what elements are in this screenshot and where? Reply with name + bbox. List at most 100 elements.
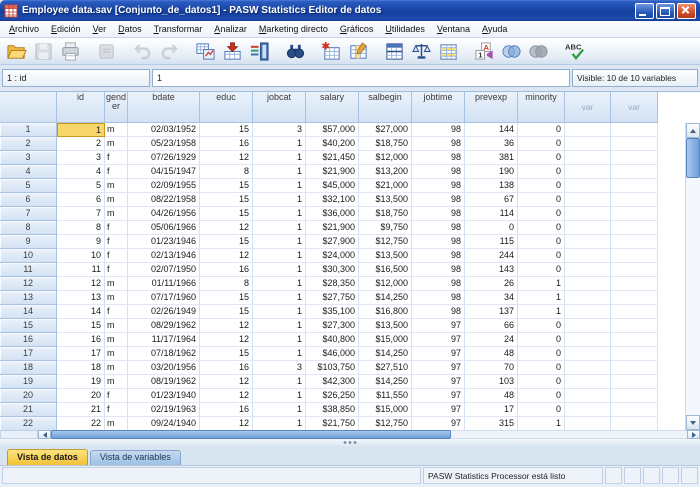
grid-cell-educ-13[interactable]: 15 xyxy=(200,291,253,305)
grid-cell-gender-6[interactable]: m xyxy=(105,193,128,207)
grid-cell-var1-12[interactable] xyxy=(565,277,611,291)
grid-cell-id-20[interactable]: 20 xyxy=(57,389,105,403)
grid-cell-jobtime-9[interactable]: 98 xyxy=(412,235,465,249)
weight-cases-icon[interactable] xyxy=(410,40,433,63)
grid-cell-id-21[interactable]: 21 xyxy=(57,403,105,417)
grid-cell-gender-21[interactable]: f xyxy=(105,403,128,417)
grid-cell-jobcat-1[interactable]: 3 xyxy=(253,123,306,137)
grid-cell-salbegin-21[interactable]: $15,000 xyxy=(359,403,412,417)
grid-cell-jobcat-5[interactable]: 1 xyxy=(253,179,306,193)
grid-cell-jobcat-10[interactable]: 1 xyxy=(253,249,306,263)
grid-cell-id-3[interactable]: 3 xyxy=(57,151,105,165)
grid-cell-bdate-14[interactable]: 02/26/1949 xyxy=(128,305,200,319)
grid-cell-jobtime-4[interactable]: 98 xyxy=(412,165,465,179)
row-header-11[interactable]: 11 xyxy=(0,263,57,277)
grid-cell-var2-3[interactable] xyxy=(611,151,658,165)
grid-cell-jobtime-21[interactable]: 97 xyxy=(412,403,465,417)
grid-cell-var1-8[interactable] xyxy=(565,221,611,235)
grid-cell-prevexp-11[interactable]: 143 xyxy=(465,263,518,277)
grid-cell-prevexp-2[interactable]: 36 xyxy=(465,137,518,151)
grid-cell-salbegin-14[interactable]: $16,800 xyxy=(359,305,412,319)
grid-cell-var2-22[interactable] xyxy=(611,417,658,430)
grid-cell-id-7[interactable]: 7 xyxy=(57,207,105,221)
row-header-7[interactable]: 7 xyxy=(0,207,57,221)
grid-cell-salbegin-7[interactable]: $18,750 xyxy=(359,207,412,221)
maximize-button[interactable] xyxy=(656,3,675,19)
scroll-down-button[interactable] xyxy=(686,415,700,430)
grid-cell-bdate-3[interactable]: 07/26/1929 xyxy=(128,151,200,165)
grid-cell-bdate-2[interactable]: 05/23/1958 xyxy=(128,137,200,151)
grid-cell-salbegin-5[interactable]: $21,000 xyxy=(359,179,412,193)
grid-cell-gender-13[interactable]: m xyxy=(105,291,128,305)
grid-cell-id-5[interactable]: 5 xyxy=(57,179,105,193)
grid-cell-jobtime-14[interactable]: 98 xyxy=(412,305,465,319)
grid-cell-var1-7[interactable] xyxy=(565,207,611,221)
grid-cell-bdate-1[interactable]: 02/03/1952 xyxy=(128,123,200,137)
grid-cell-prevexp-21[interactable]: 17 xyxy=(465,403,518,417)
grid-cell-var2-11[interactable] xyxy=(611,263,658,277)
grid-cell-jobtime-5[interactable]: 98 xyxy=(412,179,465,193)
grid-cell-var2-8[interactable] xyxy=(611,221,658,235)
grid-cell-bdate-20[interactable]: 01/23/1940 xyxy=(128,389,200,403)
grid-cell-id-6[interactable]: 6 xyxy=(57,193,105,207)
grid-cell-educ-15[interactable]: 12 xyxy=(200,319,253,333)
grid-cell-salary-17[interactable]: $46,000 xyxy=(306,347,359,361)
grid-cell-salbegin-8[interactable]: $9,750 xyxy=(359,221,412,235)
grid-cell-id-10[interactable]: 10 xyxy=(57,249,105,263)
grid-cell-gender-7[interactable]: m xyxy=(105,207,128,221)
grid-cell-salbegin-9[interactable]: $12,750 xyxy=(359,235,412,249)
undo-icon[interactable] xyxy=(131,40,154,63)
grid-cell-gender-12[interactable]: m xyxy=(105,277,128,291)
grid-cell-salary-4[interactable]: $21,900 xyxy=(306,165,359,179)
menu-archivo[interactable]: Archivo xyxy=(3,23,45,35)
grid-cell-id-4[interactable]: 4 xyxy=(57,165,105,179)
tab-variable-view[interactable]: Vista de variables xyxy=(90,450,181,465)
grid-cell-educ-20[interactable]: 12 xyxy=(200,389,253,403)
split-file-icon[interactable] xyxy=(383,40,406,63)
grid-cell-educ-18[interactable]: 16 xyxy=(200,361,253,375)
grid-cell-salbegin-3[interactable]: $12,000 xyxy=(359,151,412,165)
grid-cell-var1-21[interactable] xyxy=(565,403,611,417)
recall-dialogs-icon[interactable] xyxy=(95,40,118,63)
grid-cell-salbegin-2[interactable]: $18,750 xyxy=(359,137,412,151)
grid-cell-gender-3[interactable]: f xyxy=(105,151,128,165)
grid-cell-bdate-10[interactable]: 02/13/1946 xyxy=(128,249,200,263)
select-cases-icon[interactable] xyxy=(437,40,460,63)
column-header-var2[interactable]: var xyxy=(611,92,658,123)
grid-cell-var2-21[interactable] xyxy=(611,403,658,417)
grid-cell-jobcat-12[interactable]: 1 xyxy=(253,277,306,291)
grid-cell-jobtime-3[interactable]: 98 xyxy=(412,151,465,165)
grid-cell-bdate-17[interactable]: 07/18/1962 xyxy=(128,347,200,361)
grid-cell-salary-7[interactable]: $36,000 xyxy=(306,207,359,221)
grid-cell-jobtime-22[interactable]: 97 xyxy=(412,417,465,430)
grid-cell-jobcat-11[interactable]: 1 xyxy=(253,263,306,277)
grid-cell-minority-7[interactable]: 0 xyxy=(518,207,565,221)
grid-cell-bdate-8[interactable]: 05/06/1966 xyxy=(128,221,200,235)
grid-cell-jobcat-6[interactable]: 1 xyxy=(253,193,306,207)
grid-cell-var1-13[interactable] xyxy=(565,291,611,305)
column-header-educ[interactable]: educ xyxy=(200,92,253,123)
menu-utilidades[interactable]: Utilidades xyxy=(379,23,431,35)
grid-cell-salary-13[interactable]: $27,750 xyxy=(306,291,359,305)
grid-cell-salbegin-1[interactable]: $27,000 xyxy=(359,123,412,137)
grid-cell-salbegin-11[interactable]: $16,500 xyxy=(359,263,412,277)
grid-cell-var1-1[interactable] xyxy=(565,123,611,137)
grid-cell-salary-9[interactable]: $27,900 xyxy=(306,235,359,249)
grid-cell-educ-22[interactable]: 12 xyxy=(200,417,253,430)
menu-ventana[interactable]: Ventana xyxy=(431,23,476,35)
grid-cell-bdate-18[interactable]: 03/20/1956 xyxy=(128,361,200,375)
grid-cell-salary-11[interactable]: $30,300 xyxy=(306,263,359,277)
grid-cell-salary-1[interactable]: $57,000 xyxy=(306,123,359,137)
horizontal-scrollbar[interactable] xyxy=(0,430,700,439)
grid-cell-gender-20[interactable]: f xyxy=(105,389,128,403)
grid-cell-salary-18[interactable]: $103,750 xyxy=(306,361,359,375)
grid-cell-salbegin-22[interactable]: $12,750 xyxy=(359,417,412,430)
grid-cell-educ-1[interactable]: 15 xyxy=(200,123,253,137)
row-header-8[interactable]: 8 xyxy=(0,221,57,235)
grid-cell-salbegin-4[interactable]: $13,200 xyxy=(359,165,412,179)
grid-cell-educ-12[interactable]: 8 xyxy=(200,277,253,291)
column-header-jobcat[interactable]: jobcat xyxy=(253,92,306,123)
column-header-id[interactable]: id xyxy=(57,92,105,123)
row-header-5[interactable]: 5 xyxy=(0,179,57,193)
grid-cell-prevexp-15[interactable]: 66 xyxy=(465,319,518,333)
